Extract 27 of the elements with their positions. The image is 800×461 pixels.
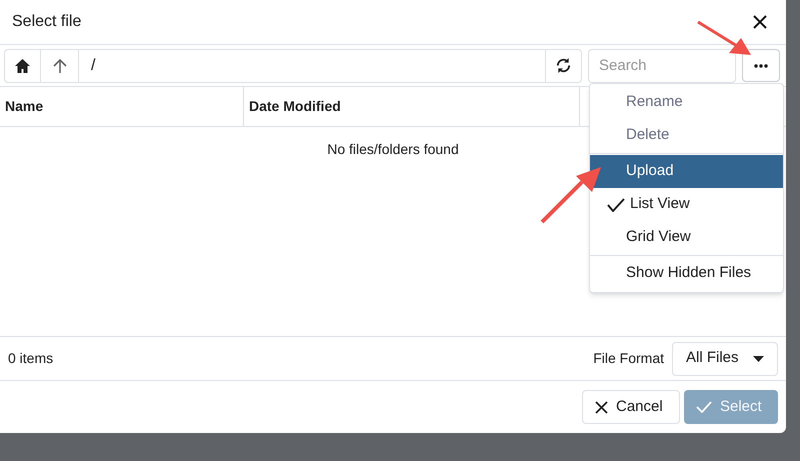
path-field[interactable]: / — [79, 48, 545, 82]
column-header[interactable]: Name — [0, 87, 244, 126]
column-header[interactable]: Date Modified — [244, 87, 580, 126]
annotation-arrow — [697, 20, 752, 56]
refresh-button[interactable] — [545, 48, 582, 82]
close-icon[interactable] — [752, 14, 768, 30]
cancel-button[interactable]: Cancel — [582, 390, 680, 424]
search-field[interactable]: Search — [588, 48, 736, 82]
refresh-icon — [555, 57, 572, 74]
up-button[interactable] — [41, 48, 79, 82]
caret-icon — [753, 356, 764, 362]
menu-item[interactable]: Upload — [590, 155, 783, 188]
file-format-dropdown[interactable]: All Files — [672, 342, 778, 376]
annotation-arrow — [540, 166, 602, 224]
empty-message: No files/folders found — [327, 140, 459, 159]
check-icon — [696, 401, 712, 413]
menu-item[interactable]: Show Hidden Files — [590, 257, 783, 290]
item-count: 0 items — [8, 349, 54, 368]
menu-item[interactable]: List View — [590, 188, 783, 221]
more-icon — [754, 64, 768, 68]
file-format-label: File Format — [593, 349, 664, 368]
menu-item[interactable]: Grid View — [590, 221, 783, 254]
close-icon — [595, 400, 608, 414]
dialog-title: Select file — [12, 12, 82, 32]
home-icon — [14, 58, 31, 74]
home-button[interactable] — [4, 48, 41, 82]
up-arrow-icon — [52, 58, 66, 74]
